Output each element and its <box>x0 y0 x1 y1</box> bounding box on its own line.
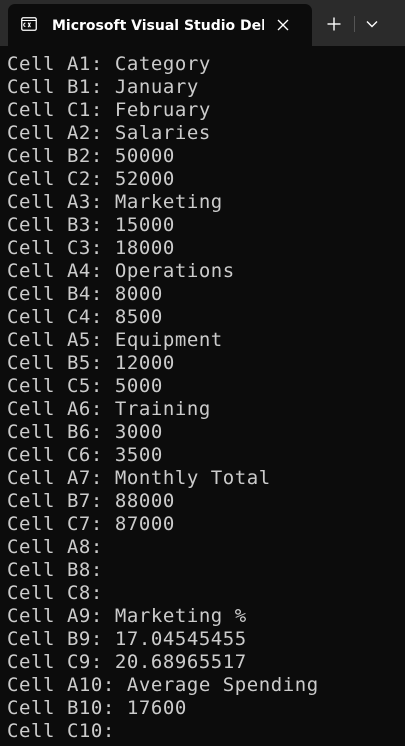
new-tab-button[interactable] <box>320 10 348 38</box>
console-line: Cell A10: Average Spending <box>7 674 319 696</box>
console-line: Cell B10: 17600 <box>7 697 187 719</box>
console-line: Cell C8: <box>7 582 103 604</box>
console-line: Cell B7: 88000 <box>7 490 175 512</box>
chevron-down-icon <box>366 21 378 28</box>
tab-debug-console[interactable]: Microsoft Visual Studio Debug Console <box>8 4 312 46</box>
console-line: Cell A3: Marketing <box>7 191 223 213</box>
console-window: Microsoft Visual Studio Debug Console Ce… <box>0 0 405 746</box>
console-line: Cell A1: Category <box>7 53 211 75</box>
tab-title: Microsoft Visual Studio Debug Console <box>52 18 264 34</box>
console-line: Cell B4: 8000 <box>7 283 163 305</box>
console-line: Cell C1: February <box>7 99 211 121</box>
console-line: Cell B3: 15000 <box>7 214 175 236</box>
console-line: Cell B2: 50000 <box>7 145 175 167</box>
console-line: Cell A8: <box>7 536 103 558</box>
console-line: Cell A5: Equipment <box>7 329 223 351</box>
terminal-icon <box>21 17 37 31</box>
plus-icon <box>327 17 341 31</box>
console-line: Cell C10: <box>7 720 115 742</box>
console-line: Cell B5: 12000 <box>7 352 175 374</box>
console-line: Cell A9: Marketing % <box>7 605 247 627</box>
console-line: Cell C9: 20.68965517 <box>7 651 247 673</box>
tab-dropdown-button[interactable] <box>358 10 386 38</box>
titlebar-divider <box>354 16 355 32</box>
console-line: Cell A4: Operations <box>7 260 235 282</box>
console-line: Cell A2: Salaries <box>7 122 211 144</box>
console-output[interactable]: Cell A1: Category Cell B1: January Cell … <box>7 53 405 746</box>
console-line: Cell C6: 3500 <box>7 444 163 466</box>
console-line: Cell C3: 18000 <box>7 237 175 259</box>
console-line: Cell B6: 3000 <box>7 421 163 443</box>
console-line: Cell A7: Monthly Total <box>7 467 271 489</box>
console-line: Cell C2: 52000 <box>7 168 175 190</box>
console-line: Cell C5: 5000 <box>7 375 163 397</box>
console-line: Cell A6: Training <box>7 398 211 420</box>
console-line: Cell C4: 8500 <box>7 306 163 328</box>
console-line: Cell C7: 87000 <box>7 513 175 535</box>
console-line: Cell B8: <box>7 559 103 581</box>
close-icon <box>277 19 289 31</box>
title-bar: Microsoft Visual Studio Debug Console <box>0 0 405 46</box>
console-line: Cell B1: January <box>7 76 199 98</box>
close-tab-button[interactable] <box>270 12 296 38</box>
console-line: Cell B9: 17.04545455 <box>7 628 247 650</box>
